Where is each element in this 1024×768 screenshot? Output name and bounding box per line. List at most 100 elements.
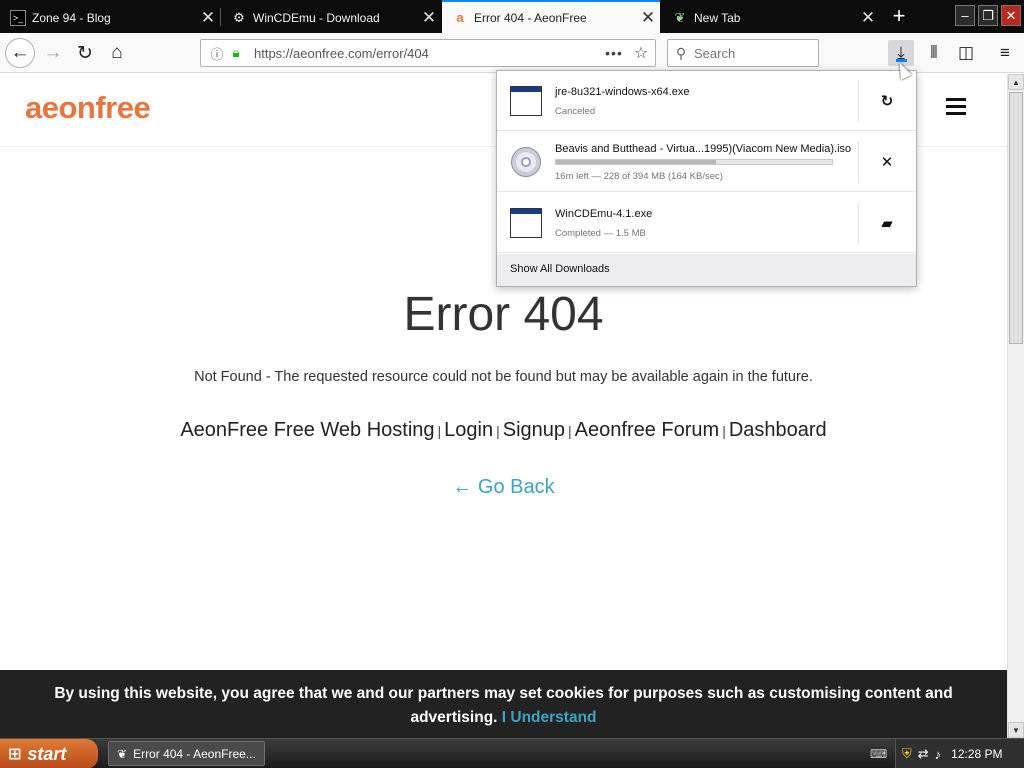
link-forum[interactable]: Aeonfree Forum <box>575 419 720 441</box>
reload-button[interactable]: ↻ <box>70 38 100 68</box>
link-dashboard[interactable]: Dashboard <box>729 419 827 441</box>
download-item[interactable]: WinCDEmu-4.1.exe Completed — 1.5 MB ▰ <box>497 193 916 253</box>
aeonfree-a-icon: a <box>456 10 464 25</box>
library-icon: ⫴ <box>930 43 938 62</box>
cookie-banner: By using this website, you agree that we… <box>0 670 1007 738</box>
link-login[interactable]: Login <box>444 419 493 441</box>
downloads-panel: jre-8u321-windows-x64.exe Canceled ↻ Bea… <box>496 70 917 287</box>
close-tab-icon[interactable]: ✕ <box>636 8 660 28</box>
sidebar-icon: ◫ <box>957 43 975 62</box>
forward-button[interactable]: → <box>38 38 68 68</box>
disc-image-icon <box>510 147 542 177</box>
home-icon: ⌂ <box>111 42 123 63</box>
page-scrollbar[interactable]: ▲ ▼ <box>1007 74 1024 738</box>
keyboard-icon[interactable]: ⌨ <box>870 747 887 761</box>
search-placeholder: Search <box>694 45 736 61</box>
scroll-down-icon[interactable]: ▼ <box>1008 722 1024 738</box>
download-item[interactable]: Beavis and Butthead - Virtua...1995)(Via… <box>497 132 916 192</box>
tab-title: Zone 94 - Blog <box>32 10 111 25</box>
minimize-button[interactable]: – <box>955 5 975 26</box>
link-separator: | <box>568 423 572 439</box>
lock-icon[interactable]: 🔒︎ <box>228 45 244 61</box>
bookmark-star-icon[interactable]: ☆ <box>627 43 655 63</box>
info-icon[interactable]: ⓘ <box>206 44 228 63</box>
download-filename: Beavis and Butthead - Virtua...1995)(Via… <box>555 143 852 155</box>
gear-icon: ⚙ <box>233 9 245 25</box>
tab-strip: >_ Zone 94 - Blog ✕ ⚙ WinCDEmu - Downloa… <box>0 0 1024 33</box>
tab-zone94[interactable]: >_ Zone 94 - Blog ✕ <box>0 2 220 33</box>
windows-flag-icon: ⊞ <box>8 746 22 763</box>
menu-button[interactable]: ≡ <box>992 40 1018 66</box>
link-separator: | <box>496 423 500 439</box>
close-tab-icon[interactable]: ✕ <box>856 8 880 28</box>
scroll-up-icon[interactable]: ▲ <box>1008 74 1024 90</box>
sidebar-button[interactable]: ◫ <box>953 40 979 66</box>
hamburger-menu-icon: ≡ <box>1000 43 1010 62</box>
download-divider <box>858 141 859 183</box>
error-description: Not Found - The requested resource could… <box>194 369 813 385</box>
new-tab-button[interactable]: + <box>884 2 914 32</box>
error-title: Error 404 <box>403 288 604 341</box>
start-label: start <box>27 743 67 764</box>
forward-arrow-icon: → <box>43 42 63 63</box>
home-button[interactable]: ⌂ <box>102 38 132 68</box>
terminal-icon: >_ <box>10 9 26 26</box>
download-filename: WinCDEmu-4.1.exe <box>555 208 653 220</box>
url-text[interactable]: https://aeonfree.com/error/404 <box>244 46 601 61</box>
link-signup[interactable]: Signup <box>503 419 565 441</box>
exe-file-icon <box>510 208 542 238</box>
taskbar: ⊞ start ❦ Error 404 - AeonFree... ⌨ ⛨ ⇄ … <box>0 738 1024 768</box>
link-free-web-hosting[interactable]: AeonFree Free Web Hosting <box>180 419 434 441</box>
tab-wincdemu[interactable]: ⚙ WinCDEmu - Download ✕ <box>221 2 441 33</box>
download-status: 16m left — 228 of 394 MB (164 KB/sec) <box>555 171 723 182</box>
search-input[interactable]: ⚲ Search <box>667 39 819 67</box>
open-folder-icon[interactable]: ▰ <box>869 210 905 236</box>
download-divider <box>858 202 859 244</box>
navigation-toolbar: ← → ↻ ⌂ ⓘ 🔒︎ https://aeonfree.com/error/… <box>0 33 1024 73</box>
download-divider <box>858 80 859 122</box>
clock: 12:28 PM <box>951 747 1003 761</box>
scroll-thumb[interactable] <box>1009 92 1023 344</box>
close-tab-icon[interactable]: ✕ <box>196 8 220 28</box>
taskbar-window-title: Error 404 - AeonFree... <box>133 746 256 761</box>
reload-icon: ↻ <box>77 42 93 64</box>
link-separator: | <box>722 423 726 439</box>
download-filename: jre-8u321-windows-x64.exe <box>555 86 690 98</box>
restore-button[interactable]: ❐ <box>978 5 998 26</box>
tab-newtab[interactable]: ❦ New Tab ✕ <box>662 2 880 33</box>
tab-title: New Tab <box>694 10 741 25</box>
tab-title: Error 404 - AeonFree <box>474 10 587 25</box>
site-logo[interactable]: aeonfree <box>25 90 151 126</box>
site-links: AeonFree Free Web Hosting | Login | Signup | A… <box>0 419 1007 442</box>
search-icon: ⚲ <box>675 44 687 61</box>
taskbar-window-button[interactable]: ❦ Error 404 - AeonFree... <box>108 741 265 766</box>
cancel-download-icon[interactable]: ✕ <box>869 149 905 175</box>
tab-error404[interactable]: a Error 404 - AeonFree ✕ <box>442 0 660 33</box>
speaker-icon[interactable]: ♪ <box>935 747 942 762</box>
cookie-accept-button[interactable]: I Understand <box>502 709 597 726</box>
network-icon[interactable]: ⇄ <box>918 746 929 762</box>
address-bar[interactable]: ⓘ 🔒︎ https://aeonfree.com/error/404 ••• … <box>200 39 656 67</box>
close-window-button[interactable]: ✕ <box>1001 5 1021 26</box>
back-button[interactable]: ← <box>5 38 35 68</box>
firefox-window-icon: ❦ <box>117 746 128 761</box>
go-back-link[interactable]: ← Go Back <box>0 476 1007 499</box>
exe-file-icon <box>510 86 542 116</box>
system-tray: ⛨ ⇄ ♪ 12:28 PM <box>895 739 1024 768</box>
download-status: Completed — 1.5 MB <box>555 228 646 239</box>
download-status: Canceled <box>555 106 596 117</box>
library-button[interactable]: ⫴ <box>921 40 947 66</box>
security-shield-icon[interactable]: ⛨ <box>902 746 912 762</box>
download-progress-fill <box>556 160 717 164</box>
download-progress-bar <box>555 159 833 165</box>
site-menu-icon[interactable] <box>946 98 966 119</box>
download-item[interactable]: jre-8u321-windows-x64.exe Canceled ↻ <box>497 71 916 131</box>
page-actions-icon[interactable]: ••• <box>601 45 627 61</box>
start-button[interactable]: ⊞ start <box>0 739 98 768</box>
retry-download-icon[interactable]: ↻ <box>869 88 905 114</box>
show-all-downloads-button[interactable]: Show All Downloads <box>497 254 916 286</box>
new-tab-icon: ❦ <box>674 9 686 25</box>
tab-title: WinCDEmu - Download <box>253 10 380 25</box>
link-separator: | <box>437 423 442 439</box>
close-tab-icon[interactable]: ✕ <box>417 8 441 28</box>
